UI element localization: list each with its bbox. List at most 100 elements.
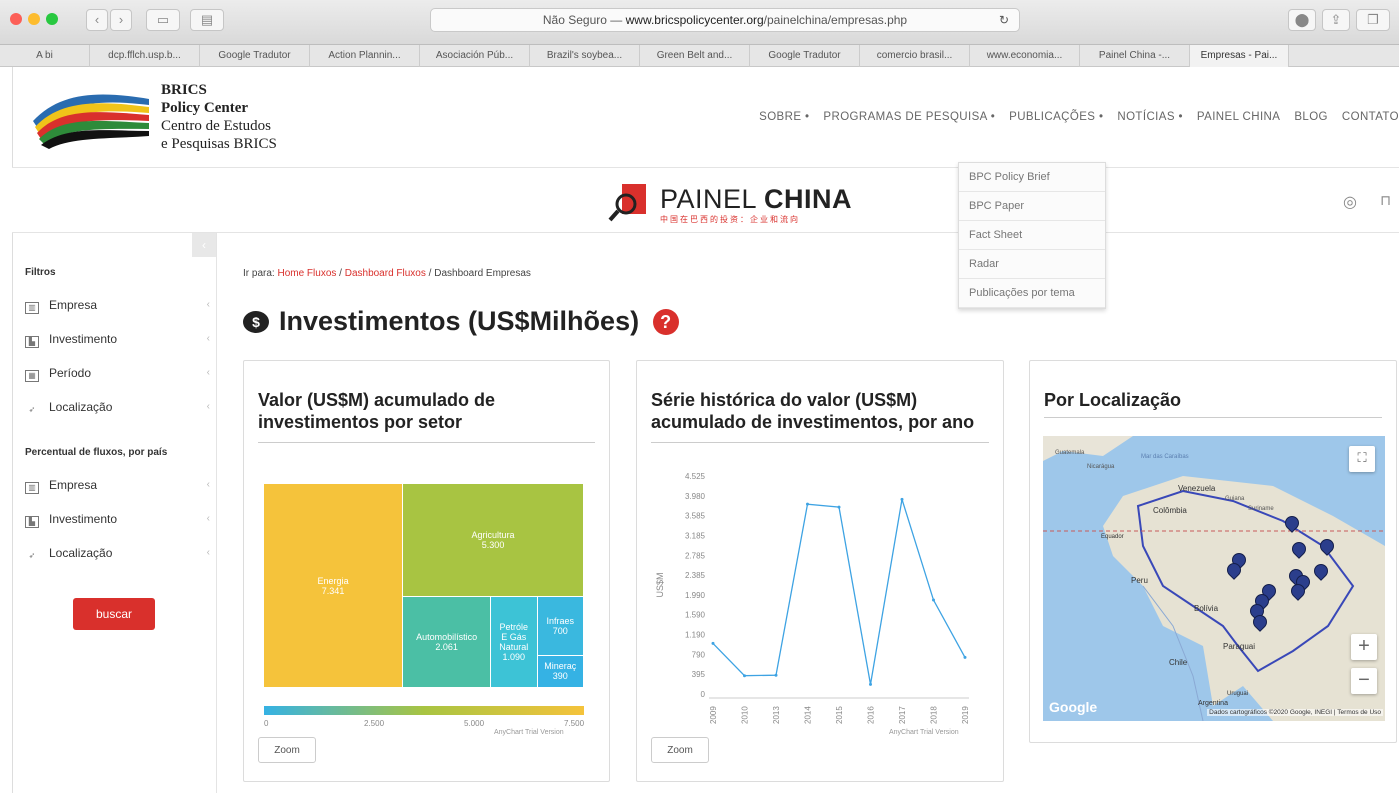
series-point[interactable] <box>963 655 967 659</box>
breadcrumb-home-fluxos[interactable]: Home Fluxos <box>277 268 336 279</box>
series-point[interactable] <box>900 497 904 501</box>
nav-noticias[interactable]: NOTÍCIAS • <box>1117 111 1183 123</box>
brics-logo[interactable] <box>31 81 151 151</box>
map-label-bolivia: Bolívia <box>1194 604 1219 613</box>
scale-tick-label: 7.500 <box>564 719 585 728</box>
breadcrumb-dashboard-fluxos[interactable]: Dashboard Fluxos <box>345 268 426 279</box>
y-axis-label: US$M <box>655 572 665 597</box>
filter-periodo[interactable]: ▦ Período ‹ <box>25 363 210 383</box>
nav-painel-china[interactable]: PAINEL CHINA <box>1197 111 1280 123</box>
series-point[interactable] <box>806 502 809 506</box>
filter-label: Investimento <box>49 512 118 526</box>
treemap-tile[interactable]: Infraes 700 <box>537 597 584 656</box>
zoom-out-button[interactable]: − <box>1351 668 1377 694</box>
help-icon[interactable]: ? <box>652 309 679 335</box>
filter-empresa[interactable]: ▥ Empresa ‹ <box>25 295 210 315</box>
x-tick-label: 2009 <box>709 706 718 724</box>
treemap-tile[interactable]: Petróle E Gás Natural 1.090 <box>491 597 538 688</box>
browser-tab[interactable]: dcp.fflch.usp.b... <box>90 45 200 67</box>
browser-tab[interactable]: Painel China -... <box>1080 45 1190 67</box>
browser-tab[interactable]: Brazil's soybea... <box>530 45 640 67</box>
browser-tab[interactable]: A bi <box>0 45 90 67</box>
dropdown-item-policy-brief[interactable]: BPC Policy Brief <box>959 163 1105 192</box>
treemap-tile[interactable]: Energia 7.341 <box>264 484 404 688</box>
map[interactable]: Guatemala Nicarágua Mar das Caraíbas Ven… <box>1043 436 1385 721</box>
filter-label: Empresa <box>49 478 98 492</box>
sector-treemap[interactable]: Energia 7.341 Agricultura 5.300 Automobilíst… <box>264 483 584 688</box>
series-point[interactable] <box>932 598 935 602</box>
browser-tab[interactable]: Google Tradutor <box>200 45 310 67</box>
print-icon[interactable]: ▤ <box>190 9 224 31</box>
dropdown-item-fact-sheet[interactable]: Fact Sheet <box>959 221 1105 250</box>
series-line-chart[interactable]: 4.525 3.980 3.585 3.185 2.785 2.385 1.990 1.590… <box>645 466 985 756</box>
pct-localizacao[interactable]: ➶ Localização ‹ <box>25 543 210 563</box>
browser-tab[interactable]: Asociación Púb... <box>420 45 530 67</box>
map-attribution[interactable]: Dados cartográficos ©2020 Google, INEGI … <box>1207 709 1383 716</box>
series-line[interactable] <box>712 499 966 685</box>
reload-icon[interactable]: ↻ <box>999 9 1009 31</box>
painel-title-bold: CHINA <box>764 184 853 214</box>
pct-investimento[interactable]: ▙ Investimento ‹ <box>25 509 210 529</box>
treemap-value: 1.090 <box>502 652 526 663</box>
y-tick-label: 3.980 <box>685 492 706 501</box>
close-window-button[interactable] <box>10 13 22 25</box>
pct-empresa[interactable]: ▥ Empresa ‹ <box>25 475 210 495</box>
scale-tick-label: 0 <box>264 719 269 728</box>
painel-title[interactable]: PAINEL CHINA <box>660 184 852 215</box>
brand-name[interactable]: BRICS Policy Center Centro de Estudos e … <box>161 81 277 153</box>
treemap-tile[interactable]: Mineraç 390 <box>537 655 584 688</box>
share-icon[interactable]: ⇪ <box>1322 9 1350 31</box>
map-label-chile: Chile <box>1169 658 1188 667</box>
browser-tab[interactable]: www.economia... <box>970 45 1080 67</box>
browser-tab[interactable]: Google Tradutor <box>750 45 860 67</box>
nav-blog[interactable]: BLOG <box>1294 111 1328 123</box>
x-tick-label: 2018 <box>930 706 939 724</box>
browser-tab[interactable]: Empresas - Pai... <box>1190 45 1289 67</box>
browser-tab[interactable]: Action Plannin... <box>310 45 420 67</box>
painel-china-logo-icon[interactable] <box>608 180 652 224</box>
lock-icon[interactable]: ⊓ <box>1380 192 1391 209</box>
filter-localizacao[interactable]: ➶ Localização ‹ <box>25 397 210 417</box>
filter-investimento[interactable]: ▙ Investimento ‹ <box>25 329 210 349</box>
nav-publicacoes[interactable]: PUBLICAÇÕES • <box>1009 111 1103 123</box>
series-point[interactable] <box>837 505 841 509</box>
address-bar[interactable]: Não Seguro — www.bricspolicycenter.org/p… <box>430 8 1020 32</box>
minimize-window-button[interactable] <box>28 13 40 25</box>
breadcrumb-separator: / <box>339 268 342 279</box>
site-header: BRICS Policy Center Centro de Estudos e … <box>12 67 1399 167</box>
breadcrumb: Ir para: Home Fluxos / Dashboard Fluxos … <box>243 268 531 279</box>
series-point[interactable] <box>869 682 872 686</box>
location-arrow-icon: ➶ <box>28 551 36 560</box>
zoom-in-button[interactable]: + <box>1351 634 1377 660</box>
browser-tab[interactable]: Green Belt and... <box>640 45 750 67</box>
dropdown-item-bpc-paper[interactable]: BPC Paper <box>959 192 1105 221</box>
language-icon[interactable]: ◎ <box>1343 192 1357 212</box>
tabs-overview-icon[interactable]: ❐ <box>1356 9 1390 31</box>
nav-sobre[interactable]: SOBRE • <box>759 111 809 123</box>
zoom-window-button[interactable] <box>46 13 58 25</box>
series-point[interactable] <box>743 674 746 678</box>
browser-tab[interactable]: comercio brasil... <box>860 45 970 67</box>
map-label-colombia: Colômbia <box>1153 506 1187 515</box>
treemap-tile[interactable]: Automobilístico 2.061 <box>403 597 492 688</box>
series-point[interactable] <box>711 641 715 645</box>
url-domain: www.bricspolicycenter.org <box>625 13 764 27</box>
brand-line-1: BRICS <box>161 82 207 98</box>
forward-button[interactable]: › <box>110 9 132 31</box>
y-tick-label: 1.990 <box>685 591 706 600</box>
downloads-icon[interactable]: ⬤ <box>1288 9 1316 31</box>
buscar-button[interactable]: buscar <box>73 598 155 630</box>
collapse-sidebar-button[interactable]: ‹ <box>192 233 216 257</box>
back-button[interactable]: ‹ <box>86 9 108 31</box>
x-tick-label: 2019 <box>961 706 970 724</box>
dropdown-item-publicacoes-tema[interactable]: Publicações por tema <box>959 279 1105 308</box>
dropdown-item-radar[interactable]: Radar <box>959 250 1105 279</box>
treemap-tile[interactable]: Agricultura 5.300 <box>403 484 584 598</box>
nav-contato[interactable]: CONTATO <box>1342 111 1399 123</box>
nav-programas[interactable]: PROGRAMAS DE PESQUISA • <box>823 111 995 123</box>
series-point[interactable] <box>774 673 778 677</box>
zoom-button[interactable]: Zoom <box>258 737 316 763</box>
sidebar-toggle-icon[interactable]: ▭ <box>146 9 180 31</box>
zoom-button[interactable]: Zoom <box>651 737 709 763</box>
fullscreen-icon[interactable]: ⛶ <box>1349 446 1375 472</box>
